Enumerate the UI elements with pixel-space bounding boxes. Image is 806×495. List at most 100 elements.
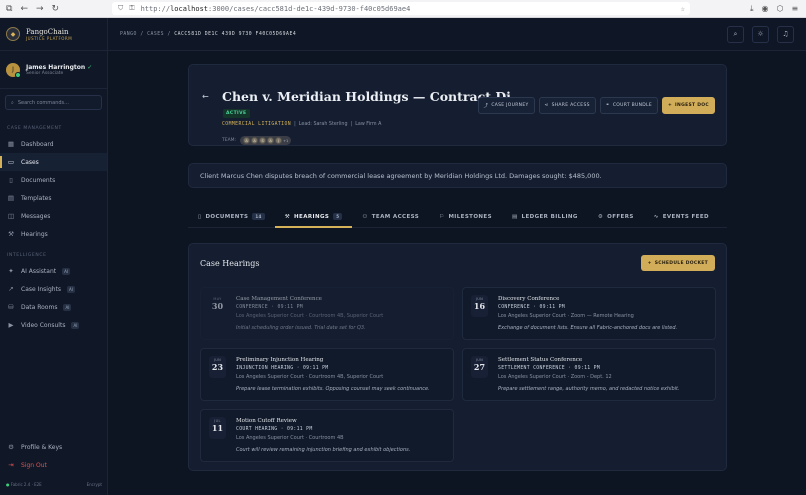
tab-documents[interactable]: ▯ DOCUMENTS 14	[188, 206, 275, 227]
court-bundle-button[interactable]: ⚭ COURT BUNDLE	[599, 97, 658, 114]
url-host: localhost	[170, 4, 209, 13]
sign-out-label: Sign Out	[21, 461, 47, 469]
hearing-note: Initial scheduling order issued. Trial d…	[236, 325, 366, 331]
sidebar-item-case-insights[interactable]: ↗ Case Insights AI	[0, 280, 107, 298]
back-arrow-icon[interactable]: ←	[20, 4, 28, 14]
user-role: Senior Associate	[26, 70, 64, 76]
version-footer: ● Fabric 2.4 · E2E Encrypt	[0, 474, 108, 495]
sign-out-button[interactable]: ⇥ Sign Out	[0, 456, 108, 474]
reload-icon[interactable]: ↻	[52, 4, 60, 14]
hearing-card[interactable]: JUN 16 Discovery Conference CONFERENCE · …	[462, 287, 716, 340]
breadcrumb-root[interactable]: PANGO	[120, 32, 137, 37]
sidebar-item-dashboard[interactable]: ▦ Dashboard	[0, 135, 107, 153]
avatar: J	[6, 62, 21, 78]
sidebar-item-profile-keys[interactable]: ⚙ Profile & Keys	[0, 438, 108, 456]
hearing-note: Exchange of document lists. Ensure all F…	[498, 325, 678, 331]
hearing-title: Discovery Conference	[498, 296, 560, 302]
tab-events-feed[interactable]: ∿ EVENTS FEED	[644, 206, 719, 227]
case-journey-label: CASE JOURNEY	[491, 103, 529, 108]
ai-badge: AI	[71, 321, 80, 329]
tab-offers[interactable]: ⚙ OFFERS	[588, 206, 644, 227]
user-profile[interactable]: J James Harrington ✓ Senior Associate	[0, 51, 107, 89]
sidebar-item-data-rooms[interactable]: ⛁ Data Rooms AI	[0, 298, 107, 316]
case-meta: COMMERCIAL LITIGATION | Lead: Sarah Ster…	[222, 122, 382, 127]
forward-arrow-icon[interactable]: →	[36, 4, 44, 14]
case-journey-button[interactable]: ⤴ CASE JOURNEY	[477, 97, 535, 114]
sidebar-item-label: Messages	[21, 212, 51, 220]
tab-ledger-billing[interactable]: ▤ LEDGER BILLING	[502, 206, 588, 227]
sidebar-item-hearings[interactable]: ⚒ Hearings	[0, 225, 107, 243]
extensions-icon[interactable]: ⬡	[777, 4, 784, 14]
status-badge: ACTIVE	[223, 109, 250, 118]
sidebar-item-label: Hearings	[21, 230, 48, 238]
sidebar-item-documents[interactable]: ▯ Documents	[0, 171, 107, 189]
tab-label: DOCUMENTS	[205, 213, 249, 220]
sidebar-item-cases[interactable]: ▭ Cases	[0, 153, 107, 171]
encryption-label: Encrypt	[86, 482, 102, 487]
hearing-card[interactable]: JUN 27 Settlement Status Conference SETTL…	[462, 348, 716, 401]
share-access-button[interactable]: ⋖ SHARE ACCESS	[538, 97, 596, 114]
ingest-doc-button[interactable]: + INGEST DOC	[661, 97, 715, 114]
search-button[interactable]: ⌕	[727, 25, 744, 43]
tab-count: 5	[333, 213, 343, 220]
schedule-docket-button[interactable]: + SCHEDULE DOCKET	[640, 255, 715, 271]
hearing-location: Los Angeles Superior Court · Courtroom 4…	[236, 435, 344, 441]
panel-title: Case Hearings	[200, 259, 260, 268]
sidebar-item-messages[interactable]: ◫ Messages	[0, 207, 107, 225]
menu-icon[interactable]: ≡	[792, 4, 799, 14]
account-icon[interactable]: ◉	[762, 4, 769, 14]
logout-icon: ⇥	[8, 461, 14, 469]
tab-label: HEARINGS	[294, 213, 330, 220]
case-firm: Law Firm A	[355, 122, 382, 127]
user-name: James Harrington	[26, 63, 86, 71]
sidebar-item-label: Dashboard	[21, 140, 54, 148]
breadcrumb-cases[interactable]: CASES	[147, 32, 164, 37]
browser-toolbar: ⧉ ← → ↻ ⛉ ⚿ http://localhost:3000/cases/…	[0, 0, 806, 18]
case-type: COMMERCIAL LITIGATION	[222, 122, 292, 127]
hearing-day: 16	[473, 301, 486, 311]
hearing-card[interactable]: MAY 30 Case Management Conference CONFERE…	[200, 287, 454, 340]
team-avatar: S	[259, 137, 267, 144]
tab-hearings[interactable]: ⚒ HEARINGS 5	[274, 206, 353, 228]
tab-count: 14	[252, 213, 265, 220]
sidebar-item-label: Data Rooms	[21, 303, 58, 311]
sidebar-item-ai-assistant[interactable]: ✦ AI Assistant AI	[0, 262, 107, 280]
back-arrow-icon[interactable]: ←	[202, 92, 209, 101]
tab-milestones[interactable]: ⚐ MILESTONES	[429, 206, 502, 227]
plus-icon: +	[647, 260, 652, 266]
theme-toggle-button[interactable]: ☼	[752, 25, 769, 43]
court-bundle-label: COURT BUNDLE	[612, 103, 652, 108]
window-icon[interactable]: ⧉	[6, 4, 12, 14]
sidebar-item-video-consults[interactable]: ▶ Video Consults AI	[0, 316, 107, 334]
case-lead: Lead: Sarah Sterling	[298, 122, 348, 127]
tab-team-access[interactable]: ⚇ TEAM ACCESS	[352, 206, 429, 227]
command-search[interactable]: ⌕ Search commands...	[5, 95, 102, 110]
brand[interactable]: ◆ PangoChain JUSTICE PLATFORM	[0, 18, 107, 51]
sun-icon: ☼	[757, 30, 764, 38]
hearing-location: Los Angeles Superior Court · Courtroom 4…	[236, 313, 384, 319]
hearing-title: Motion Cutoff Review	[236, 418, 297, 424]
brand-tagline: JUSTICE PLATFORM	[26, 35, 73, 41]
team-avatar: A	[267, 137, 275, 144]
version-label: Fabric 2.4 · E2E	[10, 482, 42, 487]
hearing-card[interactable]: JUN 23 Preliminary Injunction Hearing INJ…	[200, 348, 454, 401]
download-icon[interactable]: ⤓	[750, 4, 754, 14]
section-label-intelligence: INTELLIGENCE	[7, 253, 47, 258]
hearing-type: CONFERENCE · 09:11 PM	[236, 305, 303, 310]
hearing-date: MAY 30	[209, 295, 226, 317]
hearing-card[interactable]: JUL 11 Motion Cutoff Review COURT HEARING…	[200, 409, 454, 462]
sidebar-item-templates[interactable]: ▤ Templates	[0, 189, 107, 207]
bookmark-star-icon[interactable]: ☆	[681, 5, 685, 13]
trend-icon: ↗	[8, 285, 14, 293]
team-avatar: A	[251, 137, 259, 144]
hearing-type: CONFERENCE · 09:11 PM	[498, 305, 565, 310]
top-bar: PANGO / CASES / CACC581D DE1C 439D 9730 …	[108, 18, 806, 51]
address-bar[interactable]: ⛉ ⚿ http://localhost:3000/cases/cacc581d…	[112, 2, 690, 15]
team-avatars[interactable]: A A S A J +1	[240, 136, 292, 145]
tab-label: MILESTONES	[448, 213, 492, 220]
status-dot-icon: ●	[6, 482, 10, 487]
document-icon: ▯	[198, 213, 202, 220]
notifications-button[interactable]: ♫	[777, 25, 794, 43]
shield-icon: ⛉	[118, 4, 124, 12]
hearing-title: Preliminary Injunction Hearing	[236, 357, 324, 363]
